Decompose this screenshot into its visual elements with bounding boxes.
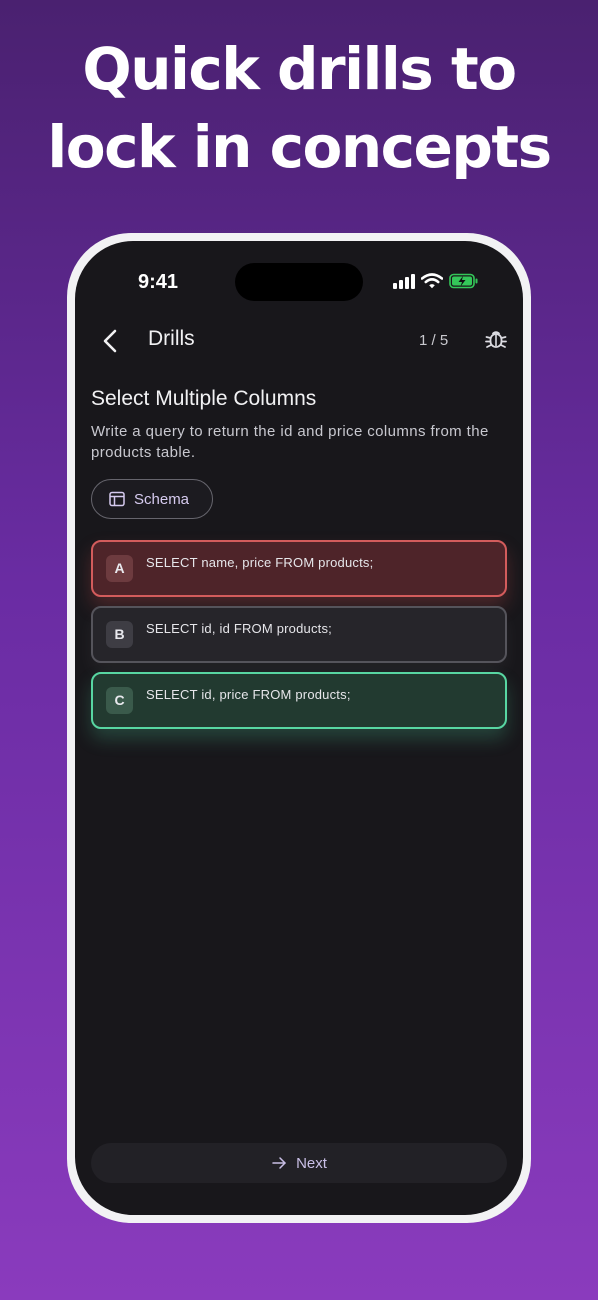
status-time: 9:41 — [137, 271, 179, 293]
option-text: SELECT id, id FROM products; — [146, 621, 332, 636]
option-letter: C — [106, 687, 133, 714]
battery-charging-icon — [449, 273, 479, 289]
chevron-left-icon — [103, 329, 117, 353]
question-description: Write a query to return the id and price… — [91, 423, 489, 461]
option-letter: B — [106, 621, 133, 648]
phone-frame: 9:41 Drills 1 / 5 Select Multiple Column… — [67, 233, 531, 1223]
next-button[interactable]: Next — [91, 1143, 507, 1183]
phone-screen: 9:41 Drills 1 / 5 Select Multiple Column… — [75, 241, 523, 1215]
headline: Quick drills to lock in concepts — [0, 30, 598, 186]
next-button-label: Next — [296, 1154, 327, 1172]
table-icon — [109, 491, 125, 507]
bug-icon — [485, 331, 507, 348]
dynamic-island — [235, 263, 363, 301]
status-icons — [393, 273, 493, 291]
schema-button-label: Schema — [134, 490, 190, 508]
report-bug-button[interactable] — [483, 327, 509, 353]
cellular-signal-icon — [393, 273, 417, 289]
wifi-icon — [420, 273, 444, 289]
option-text: SELECT name, price FROM products; — [146, 555, 374, 570]
schema-button[interactable]: Schema — [91, 479, 213, 519]
option-text: SELECT id, price FROM products; — [146, 687, 351, 702]
option-letter: A — [106, 555, 133, 582]
option-b[interactable]: B SELECT id, id FROM products; — [91, 606, 507, 663]
headline-line-1: Quick drills to — [82, 35, 517, 103]
headline-line-2: lock in concepts — [47, 113, 552, 181]
progress-counter: 1 / 5 — [419, 332, 449, 349]
question-title: Select Multiple Columns — [91, 387, 317, 410]
option-c[interactable]: C SELECT id, price FROM products; — [91, 672, 507, 729]
page-title: Drills — [148, 327, 195, 350]
option-a[interactable]: A SELECT name, price FROM products; — [91, 540, 507, 597]
back-button[interactable] — [95, 325, 127, 357]
arrow-right-icon — [272, 1157, 286, 1169]
